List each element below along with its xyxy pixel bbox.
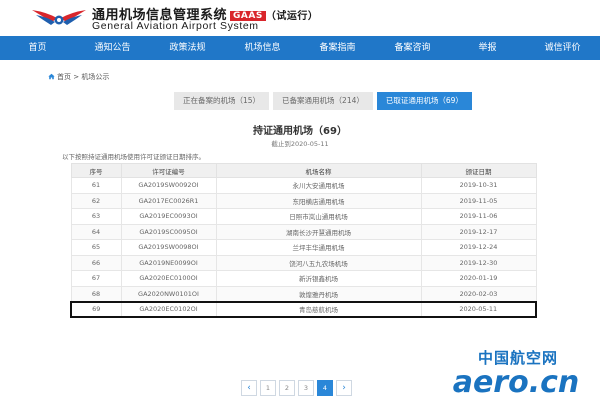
tab-filed-airports[interactable]: 已备案通用机场（214）	[273, 92, 373, 110]
table-header-row: 序号 许可证编号 机场名称 颁证日期	[70, 163, 537, 178]
cell-airport-name: 新沂银鑫机场	[215, 270, 422, 287]
breadcrumb-home[interactable]: 首页	[57, 73, 71, 81]
col-header-license: 许可证编号	[120, 163, 217, 178]
cell-issue-date: 2019-10-31	[420, 177, 537, 194]
cell-issue-date: 2019-11-05	[420, 192, 537, 209]
table-row-highlighted: 69 GA2020EC0102OI 青岛慈航机场 2020-05-11	[70, 300, 537, 318]
watermark-en-text: aero.cn	[453, 365, 580, 396]
breadcrumb: 首页 > 机场公示	[48, 72, 109, 82]
table-row: 62 GA2017EC0026R1 东阳横店通用机场 2019-11-05	[70, 192, 537, 209]
nav-airport-info[interactable]: 机场信息	[225, 36, 300, 60]
home-icon	[48, 73, 55, 80]
cell-index: 63	[70, 208, 122, 225]
breadcrumb-current: 机场公示	[81, 73, 110, 81]
nav-regulations[interactable]: 政策法规	[150, 36, 225, 60]
cell-index: 64	[70, 223, 122, 240]
cell-index: 61	[70, 177, 122, 194]
trial-label: （试运行）	[265, 11, 319, 22]
cell-index: 67	[70, 270, 122, 287]
page-title: 持证通用机场（69）	[253, 126, 347, 137]
cell-license-number: GA2019SW0098OI	[120, 239, 217, 256]
cell-index: 65	[70, 239, 122, 256]
nav-filing-guide[interactable]: 备案指南	[300, 36, 375, 60]
aero-cn-watermark: 中国航空网 aero.cn	[453, 349, 580, 396]
nav-home[interactable]: 首页	[0, 36, 75, 60]
main-nav: 首页 通知公告 政策法规 机场信息 备案指南 备案咨询 举报 诚信评价	[0, 36, 600, 60]
pager-next-button[interactable]: ›	[336, 380, 352, 396]
site-subtitle: General Aviation Airport System	[92, 20, 259, 32]
cell-issue-date: 2020-01-19	[420, 270, 537, 287]
cell-issue-date: 2020-05-11	[420, 300, 537, 318]
cell-issue-date: 2019-12-17	[420, 223, 537, 240]
nav-credit-rating[interactable]: 诚信评价	[525, 36, 600, 60]
table-row: 67 GA2020EC0100OI 新沂银鑫机场 2020-01-19	[70, 270, 537, 287]
cell-issue-date: 2019-12-30	[420, 254, 537, 271]
nav-filing-consult[interactable]: 备案咨询	[375, 36, 450, 60]
table-row: 68 GA2020NW0101OI 敦煌雅丹机场 2020-02-03	[70, 285, 537, 302]
cell-license-number: GA2020EC0102OI	[120, 300, 217, 318]
cell-index: 68	[70, 285, 122, 302]
cell-airport-name: 永川大安通用机场	[215, 177, 422, 194]
cell-index: 69	[70, 300, 122, 318]
table-row: 65 GA2019SW0098OI 兰坪丰华通用机场 2019-12-24	[70, 239, 537, 256]
sort-note: 以下按照持证通用机场使用许可证颁证日期排序。	[62, 153, 205, 161]
cell-license-number: GA2020NW0101OI	[120, 285, 217, 302]
cell-license-number: GA2017EC0026R1	[120, 192, 217, 209]
cutoff-date: 截止到2020-05-11	[271, 140, 329, 148]
cell-airport-name: 日照市岚山通用机场	[215, 208, 422, 225]
pager-page-4[interactable]: 4	[317, 380, 333, 396]
cell-index: 66	[70, 254, 122, 271]
certified-airports-table: 序号 许可证编号 机场名称 颁证日期 61 GA2019SW0092OI 永川大安通…	[70, 163, 537, 318]
cell-airport-name: 饶河八五九农场机场	[215, 254, 422, 271]
pager-page-1[interactable]: 1	[260, 380, 276, 396]
cell-airport-name: 敦煌雅丹机场	[215, 285, 422, 302]
nav-notices[interactable]: 通知公告	[75, 36, 150, 60]
cell-issue-date: 2019-12-24	[420, 239, 537, 256]
cell-airport-name: 东阳横店通用机场	[215, 192, 422, 209]
table-row: 63 GA2019EC0093OI 日照市岚山通用机场 2019-11-06	[70, 208, 537, 225]
cell-issue-date: 2020-02-03	[420, 285, 537, 302]
cell-license-number: GA2019EC0093OI	[120, 208, 217, 225]
nav-report[interactable]: 举报	[450, 36, 525, 60]
cell-airport-name: 兰坪丰华通用机场	[215, 239, 422, 256]
cell-index: 62	[70, 192, 122, 209]
airport-tabs: 正在备案的机场（15） 已备案通用机场（214） 已取证通用机场（69）	[174, 92, 472, 110]
site-header: 通用机场信息管理系统 GAAS （试运行） General Aviation Air…	[0, 0, 600, 36]
pagination: ‹ 1 2 3 4 ›	[241, 380, 352, 396]
pager-page-2[interactable]: 2	[279, 380, 295, 396]
cell-airport-name: 青岛慈航机场	[215, 300, 422, 318]
cell-airport-name: 湖南长沙开慧通用机场	[215, 223, 422, 240]
tab-filing-in-progress[interactable]: 正在备案的机场（15）	[174, 92, 270, 110]
cell-license-number: GA2019SW0092OI	[120, 177, 217, 194]
table-row: 64 GA2019SC0095OI 湖南长沙开慧通用机场 2019-12-17	[70, 223, 537, 240]
cell-license-number: GA2019SC0095OI	[120, 223, 217, 240]
cell-license-number: GA2019NE0099OI	[120, 254, 217, 271]
col-header-index: 序号	[70, 163, 122, 178]
pager-page-3[interactable]: 3	[298, 380, 314, 396]
table-row: 61 GA2019SW0092OI 永川大安通用机场 2019-10-31	[70, 177, 537, 194]
caac-wings-logo-icon[interactable]	[30, 4, 88, 30]
cell-issue-date: 2019-11-06	[420, 208, 537, 225]
tab-certified-airports[interactable]: 已取证通用机场（69）	[376, 92, 472, 110]
col-header-airport: 机场名称	[215, 163, 422, 178]
table-row: 66 GA2019NE0099OI 饶河八五九农场机场 2019-12-30	[70, 254, 537, 271]
breadcrumb-separator: >	[73, 73, 80, 81]
cell-license-number: GA2020EC0100OI	[120, 270, 217, 287]
pager-prev-button[interactable]: ‹	[241, 380, 257, 396]
col-header-date: 颁证日期	[420, 163, 537, 178]
